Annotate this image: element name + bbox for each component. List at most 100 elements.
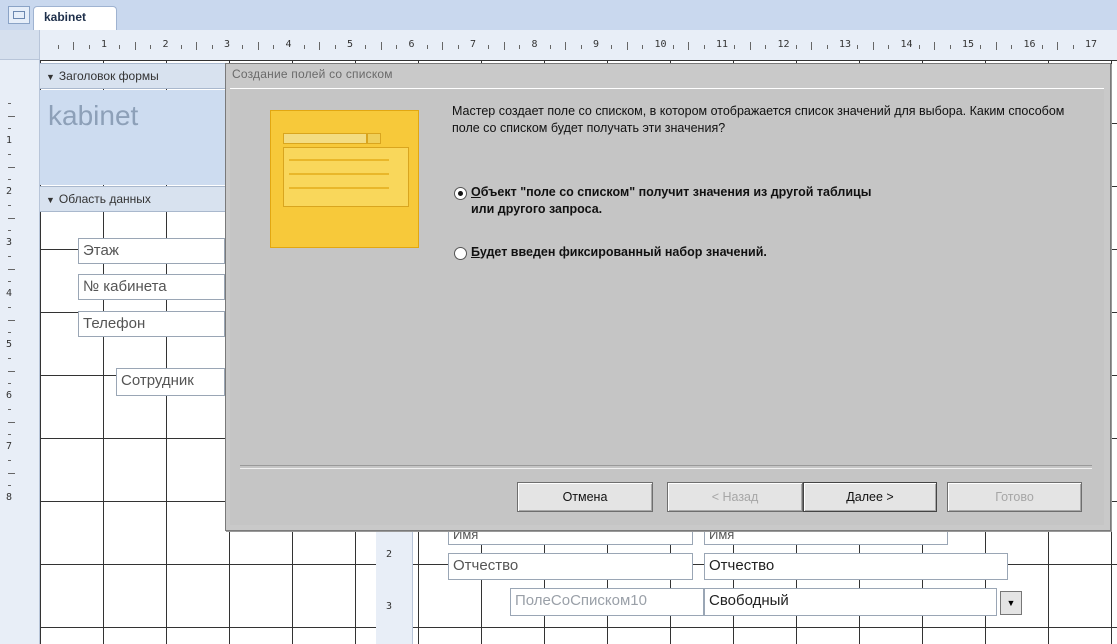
ruler-number: 3 — [6, 237, 13, 248]
vertical-ruler: 1 2 3 4 5 6 7 8 — [0, 60, 40, 644]
ruler-tick — [8, 459, 11, 461]
ruler-tick — [749, 42, 751, 50]
ruler-tick — [150, 45, 152, 49]
option-from-table-label[interactable]: Объект "поле со списком" получит значени… — [471, 184, 891, 218]
ruler-tick — [503, 42, 505, 50]
wizard-intro-text: Мастер создает поле со списком, в которо… — [452, 104, 1065, 135]
ruler-number: 4 — [285, 39, 292, 50]
ruler-tick — [8, 255, 11, 257]
ruler-tick — [765, 45, 767, 49]
option-fixed-values-radio[interactable] — [454, 247, 467, 260]
illus-line — [289, 173, 389, 175]
ruler-tick — [672, 45, 674, 49]
band-marker-icon: ▼ — [46, 72, 55, 82]
dialog-separator — [240, 465, 1092, 469]
option-from-table-text: бъект "поле со списком" получит значения… — [471, 185, 872, 216]
ruler-number: 5 — [6, 339, 13, 350]
patronymic-textbox[interactable]: Отчество — [704, 553, 1008, 580]
ruler-tick — [8, 268, 15, 270]
patronymic-label[interactable]: Отчество — [448, 553, 693, 580]
ruler-tick — [8, 332, 11, 334]
ruler-tick — [8, 472, 15, 474]
ruler-tick — [703, 45, 705, 49]
ruler-tick — [442, 42, 444, 50]
ruler-tick — [995, 42, 997, 50]
ruler-tick — [196, 42, 198, 50]
ruler-number: 6 — [6, 390, 13, 401]
ruler-tick — [242, 45, 244, 49]
ruler-tick — [303, 45, 305, 49]
illus-line — [289, 159, 389, 161]
illus-list — [283, 147, 409, 207]
subform-vertical-ruler: 23 — [376, 529, 413, 644]
ruler-number: 7 — [470, 39, 477, 50]
ruler-tick — [795, 45, 797, 49]
option-from-table-accel: О — [471, 185, 481, 199]
ruler-tick — [611, 45, 613, 49]
detail-band[interactable]: ▼ Область данных — [40, 186, 225, 212]
ruler-number: 3 — [386, 601, 393, 612]
ruler-number: 14 — [900, 39, 913, 50]
ruler-number: 5 — [347, 39, 354, 50]
finish-button[interactable]: Готово — [947, 482, 1082, 512]
option-fixed-values-text: удет введен фиксированный набор значений… — [479, 245, 767, 259]
option-fixed-values-label[interactable]: Будет введен фиксированный набор значени… — [471, 244, 971, 261]
ruler-tick — [949, 45, 951, 49]
ruler-tick — [8, 421, 15, 423]
ruler-number: 15 — [962, 39, 975, 50]
ruler-tick — [811, 42, 813, 50]
ruler-tick — [980, 45, 982, 49]
option-fixed-values-accel: Б — [471, 245, 480, 259]
form-header-title[interactable]: kabinet — [48, 100, 138, 132]
cancel-button[interactable]: Отмена — [517, 482, 653, 512]
ruler-number: 3 — [224, 39, 231, 50]
ruler-tick — [134, 42, 136, 50]
form-icon — [8, 6, 30, 24]
ruler-number: 11 — [716, 39, 729, 50]
ruler-tick — [934, 42, 936, 50]
ruler-tick — [8, 370, 15, 372]
back-button[interactable]: < Назад — [667, 482, 803, 512]
illus-dropdown-arrow — [367, 133, 381, 144]
ruler-tick — [73, 42, 75, 50]
floor-label[interactable]: Этаж — [78, 238, 225, 264]
ruler-tick — [319, 42, 321, 50]
ruler-number: 1 — [101, 39, 108, 50]
ruler-tick — [642, 45, 644, 49]
phone-label[interactable]: Телефон — [78, 311, 225, 337]
ruler-number: 12 — [777, 39, 790, 50]
horizontal-ruler: 1 2 3 4 5 6 7 8 9 10 11 12 13 14 15 16 17 — [40, 30, 1117, 61]
ruler-tick — [734, 45, 736, 49]
ruler-tick — [8, 383, 11, 385]
ruler-tick — [119, 45, 121, 49]
illus-line — [289, 187, 389, 189]
ruler-number: 9 — [593, 39, 600, 50]
ruler-tick — [888, 45, 890, 49]
ruler-number: 13 — [839, 39, 852, 50]
ruler-tick — [688, 42, 690, 50]
ruler-tick — [8, 230, 11, 232]
ruler-number: 10 — [654, 39, 667, 50]
ruler-number: 4 — [6, 288, 13, 299]
ruler-tick — [826, 45, 828, 49]
employee-label[interactable]: Сотрудник — [116, 368, 225, 396]
ruler-tick — [8, 485, 11, 487]
form-header-band[interactable]: ▼ Заголовок формы — [40, 63, 225, 89]
ruler-number: 2 — [162, 39, 169, 50]
ruler-tick — [8, 128, 11, 130]
ruler-tick — [57, 45, 59, 49]
next-button[interactable]: Далее > — [803, 482, 937, 512]
ruler-tick — [580, 45, 582, 49]
combo-dropdown-arrow-icon[interactable]: ▼ — [1000, 591, 1022, 615]
option-from-table-radio[interactable] — [454, 187, 467, 200]
tab-label: kabinet — [44, 10, 87, 24]
room-number-label[interactable]: № кабинета — [78, 274, 225, 300]
ruler-tick — [8, 408, 11, 410]
ruler-number: 8 — [6, 492, 13, 503]
ruler-number: 2 — [386, 549, 393, 560]
ruler-tick — [8, 115, 15, 117]
ruler-tick — [549, 45, 551, 49]
status-combobox[interactable]: Свободный — [704, 588, 997, 616]
combo-label[interactable]: ПолеСоСписком10 — [510, 588, 704, 616]
ruler-number: 8 — [531, 39, 538, 50]
